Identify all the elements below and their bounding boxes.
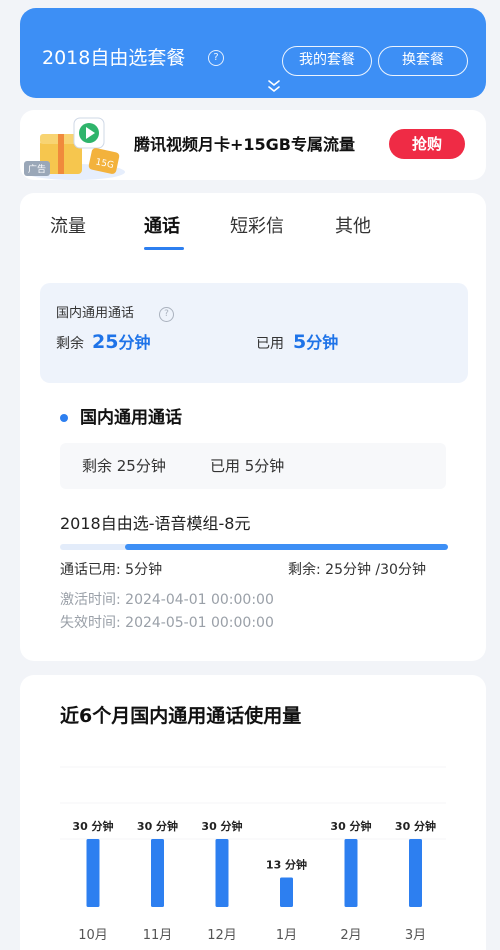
my-plan-button[interactable]: 我的套餐 — [282, 46, 372, 76]
activate-time: 激活时间: 2024-04-01 00:00:00 — [60, 592, 274, 608]
x-tick-label: 11月 — [143, 928, 173, 943]
used-detail: 通话已用: 5分钟 — [60, 562, 163, 578]
bar-value-label: 30 分钟 — [137, 819, 178, 833]
change-plan-button[interactable]: 换套餐 — [378, 46, 468, 76]
usage-bar-chart: 30 分钟 10月 30 分钟 11月 30 分钟 12月 13 分钟 1月 30 分钟 2月 30… — [60, 766, 446, 943]
bar-value-label: 30 分钟 — [72, 819, 113, 833]
question-icon[interactable]: ? — [208, 50, 224, 66]
bar-2月 — [344, 839, 358, 907]
summary-title: 国内通用通话 — [56, 306, 135, 321]
remaining-text: 剩余 25分钟 — [82, 457, 166, 475]
usage-progress-fill — [124, 544, 448, 550]
remaining-value: 25分钟 — [92, 331, 151, 353]
x-tick-label: 12月 — [207, 928, 237, 943]
x-tick-label: 10月 — [78, 928, 108, 943]
ad-badge: 广告 — [24, 161, 51, 176]
bar-value-label: 30 分钟 — [330, 819, 371, 833]
used-label: 已用 — [256, 336, 284, 352]
bar-3月 — [409, 839, 422, 907]
bar-10月 — [86, 839, 100, 907]
tab-calls[interactable]: 通话 — [144, 215, 180, 239]
used-text: 已用 5分钟 — [210, 457, 285, 475]
remaining-label: 剩余 — [56, 336, 84, 352]
usage-chart-card: 近6个月国内通用通话使用量 30 分钟 10月 30 分钟 11月 30 分钟 12月 13… — [20, 675, 486, 950]
ad-title[interactable]: 腾讯视频月卡+15GB专属流量 — [134, 134, 355, 156]
ad-banner[interactable]: 15G 广告 腾讯视频月卡+15GB专属流量 抢购 — [20, 110, 486, 180]
x-tick-label: 1月 — [276, 928, 297, 943]
usage-card: 流量 通话 短彩信 其他 国内通用通话 ? 剩余 25分钟 已用 5分钟 国内通… — [20, 193, 486, 661]
tab-traffic[interactable]: 流量 — [50, 215, 86, 239]
package-name: 2018自由选-语音模组-8元 — [60, 514, 251, 533]
usage-progress-bar — [60, 544, 448, 550]
double-chevron-down-icon[interactable] — [265, 78, 283, 96]
bar-1月 — [280, 877, 293, 907]
plan-title: 2018自由选套餐 — [42, 47, 186, 69]
usage-detail-box: 剩余 25分钟 已用 5分钟 — [60, 443, 446, 489]
call-summary-box: 国内通用通话 ? 剩余 25分钟 已用 5分钟 — [40, 283, 468, 383]
x-tick-label: 2月 — [340, 928, 361, 943]
buy-button[interactable]: 抢购 — [389, 129, 465, 159]
active-tab-indicator — [144, 247, 184, 250]
bar-12月 — [215, 839, 229, 907]
tab-sms[interactable]: 短彩信 — [230, 215, 284, 239]
question-icon[interactable]: ? — [159, 307, 174, 322]
tab-other[interactable]: 其他 — [335, 215, 371, 239]
plan-header: 2018自由选套餐 ? 我的套餐 换套餐 — [20, 8, 486, 98]
bar-value-label: 30 分钟 — [395, 819, 436, 833]
bar-value-label: 13 分钟 — [266, 858, 307, 872]
remaining-detail: 剩余: 25分钟 /30分钟 — [288, 562, 426, 578]
bar-value-label: 30 分钟 — [201, 819, 242, 833]
x-tick-label: 3月 — [405, 928, 426, 943]
section-dot — [60, 414, 68, 422]
expire-time: 失效时间: 2024-05-01 00:00:00 — [60, 615, 274, 631]
used-value: 5分钟 — [293, 331, 339, 353]
section-title: 国内通用通话 — [80, 408, 182, 428]
bar-11月 — [151, 839, 164, 907]
